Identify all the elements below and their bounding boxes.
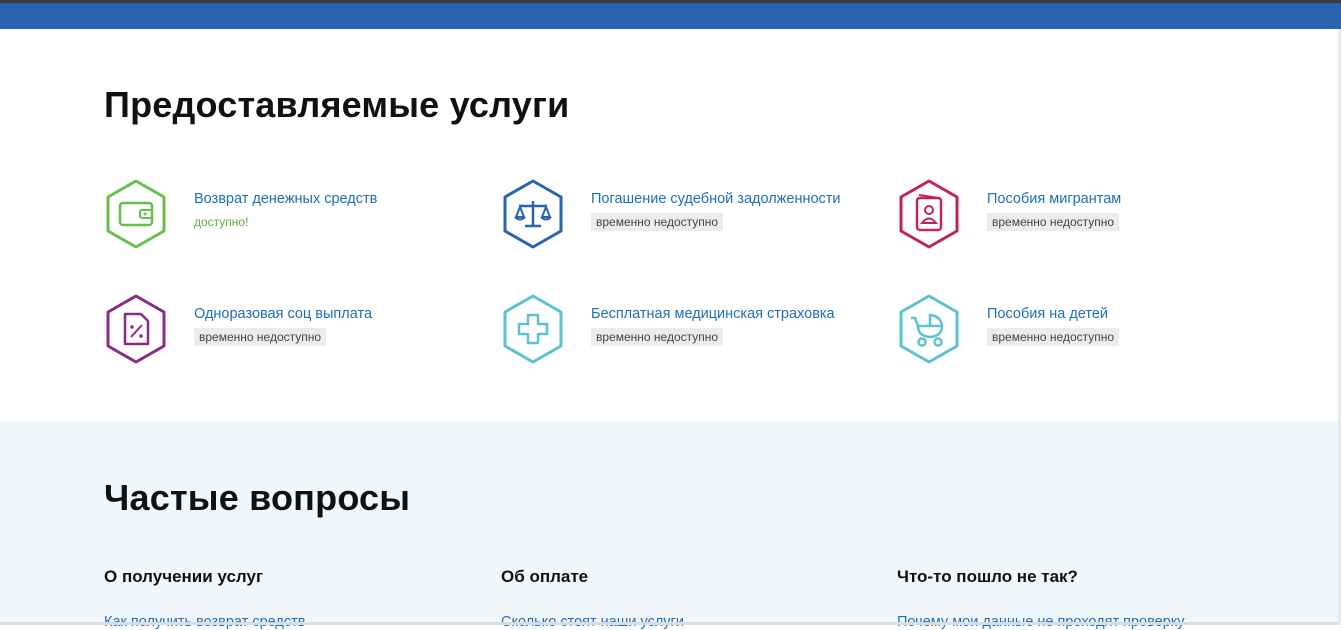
service-status-badge: временно недоступно [591, 328, 724, 346]
service-item-medical-insurance[interactable]: Бесплатная медицинская страховка временн… [501, 294, 881, 366]
faq-column-heading-problems: Что-то пошло не так? [897, 567, 1078, 586]
faq-heading: Частые вопросы [104, 477, 411, 518]
services-heading: Предоставляемые услуги [104, 84, 570, 125]
service-status-badge: временно недоступно [987, 213, 1120, 231]
service-title[interactable]: Пособия на детей [987, 306, 1108, 322]
service-item-one-time-payment[interactable]: Одноразовая соц выплата временно недосту… [104, 294, 484, 366]
service-title[interactable]: Бесплатная медицинская страховка [591, 306, 835, 322]
service-item-child-benefits[interactable]: Пособия на детей временно недоступно [897, 294, 1277, 366]
scales-icon [503, 179, 563, 249]
services-section: Предоставляемые услуги Возврат денежных … [0, 29, 1341, 421]
service-status-badge: доступно! [194, 215, 249, 229]
service-item-refund[interactable]: Возврат денежных средств доступно! [104, 179, 484, 251]
service-title[interactable]: Возврат денежных средств [194, 191, 377, 207]
service-status-badge: временно недоступно [591, 213, 724, 231]
service-title[interactable]: Одноразовая соц выплата [194, 306, 372, 322]
faq-column-heading-services: О получении услуг [104, 567, 264, 586]
wallet-icon [106, 179, 166, 249]
medical-cross-icon [503, 294, 563, 364]
service-title[interactable]: Погашение судебной задолженности [591, 191, 841, 207]
service-status-badge: временно недоступно [194, 328, 327, 346]
faq-section: Частые вопросы О получении услуг Как пол… [0, 421, 1341, 630]
faq-column-heading-payment: Об оплате [501, 567, 589, 586]
baby-stroller-icon [899, 294, 959, 364]
service-item-migrant-benefits[interactable]: Пособия мигрантам временно недоступно [897, 179, 1277, 251]
service-item-court-debt[interactable]: Погашение судебной задолженности временн… [501, 179, 881, 251]
percent-document-icon [106, 294, 166, 364]
service-title[interactable]: Пособия мигрантам [987, 191, 1121, 207]
passport-icon [899, 179, 959, 249]
header-bar [0, 0, 1341, 29]
service-status-badge: временно недоступно [987, 328, 1120, 346]
